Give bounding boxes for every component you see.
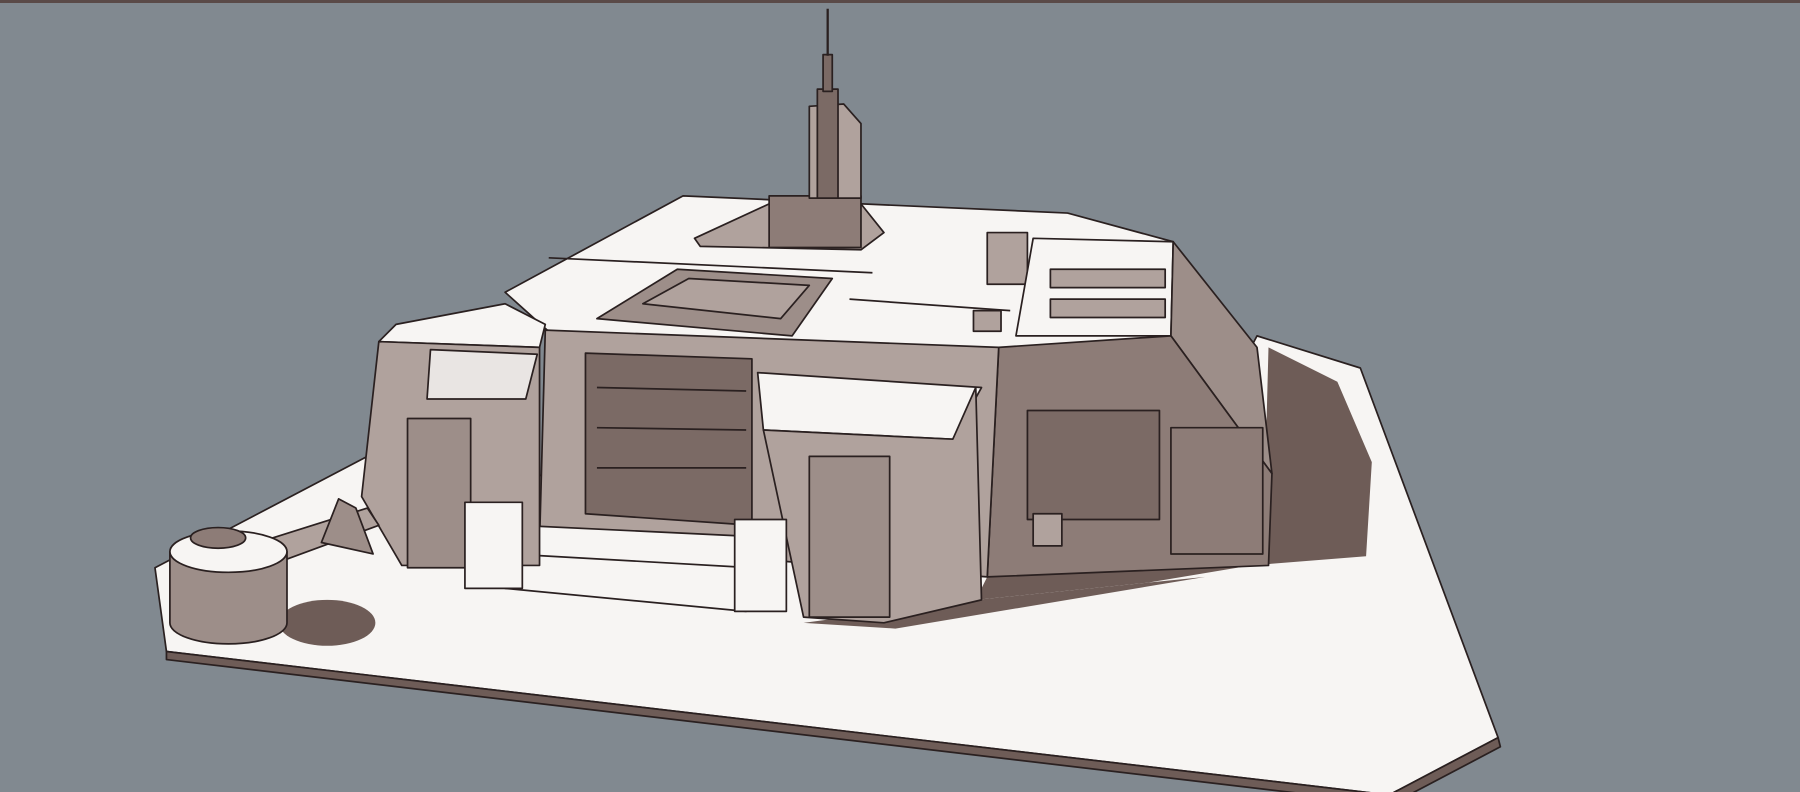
- right-bench: [733, 518, 788, 613]
- antenna-mast: [816, 88, 839, 199]
- roof-grille: [1049, 268, 1167, 289]
- roof-hatch: [972, 309, 1002, 333]
- cylinder-shadow: [278, 599, 376, 646]
- right-window: [1026, 409, 1161, 521]
- left-bench: [464, 501, 524, 590]
- center-opening: [584, 352, 753, 527]
- right-door: [808, 455, 891, 618]
- roof-grille: [1049, 298, 1167, 319]
- left-window: [426, 348, 539, 400]
- antenna-upper: [822, 53, 834, 93]
- right-panel: [1170, 426, 1264, 555]
- left-door: [406, 417, 472, 569]
- model-render[interactable]: [0, 3, 1800, 792]
- roof-vent: [986, 231, 1029, 286]
- left-wing-top: [377, 302, 547, 349]
- roof-housing: [768, 194, 862, 249]
- cylinder-grate: [189, 526, 247, 550]
- right-door-control: [1032, 512, 1063, 547]
- 3d-viewport[interactable]: [0, 0, 1800, 792]
